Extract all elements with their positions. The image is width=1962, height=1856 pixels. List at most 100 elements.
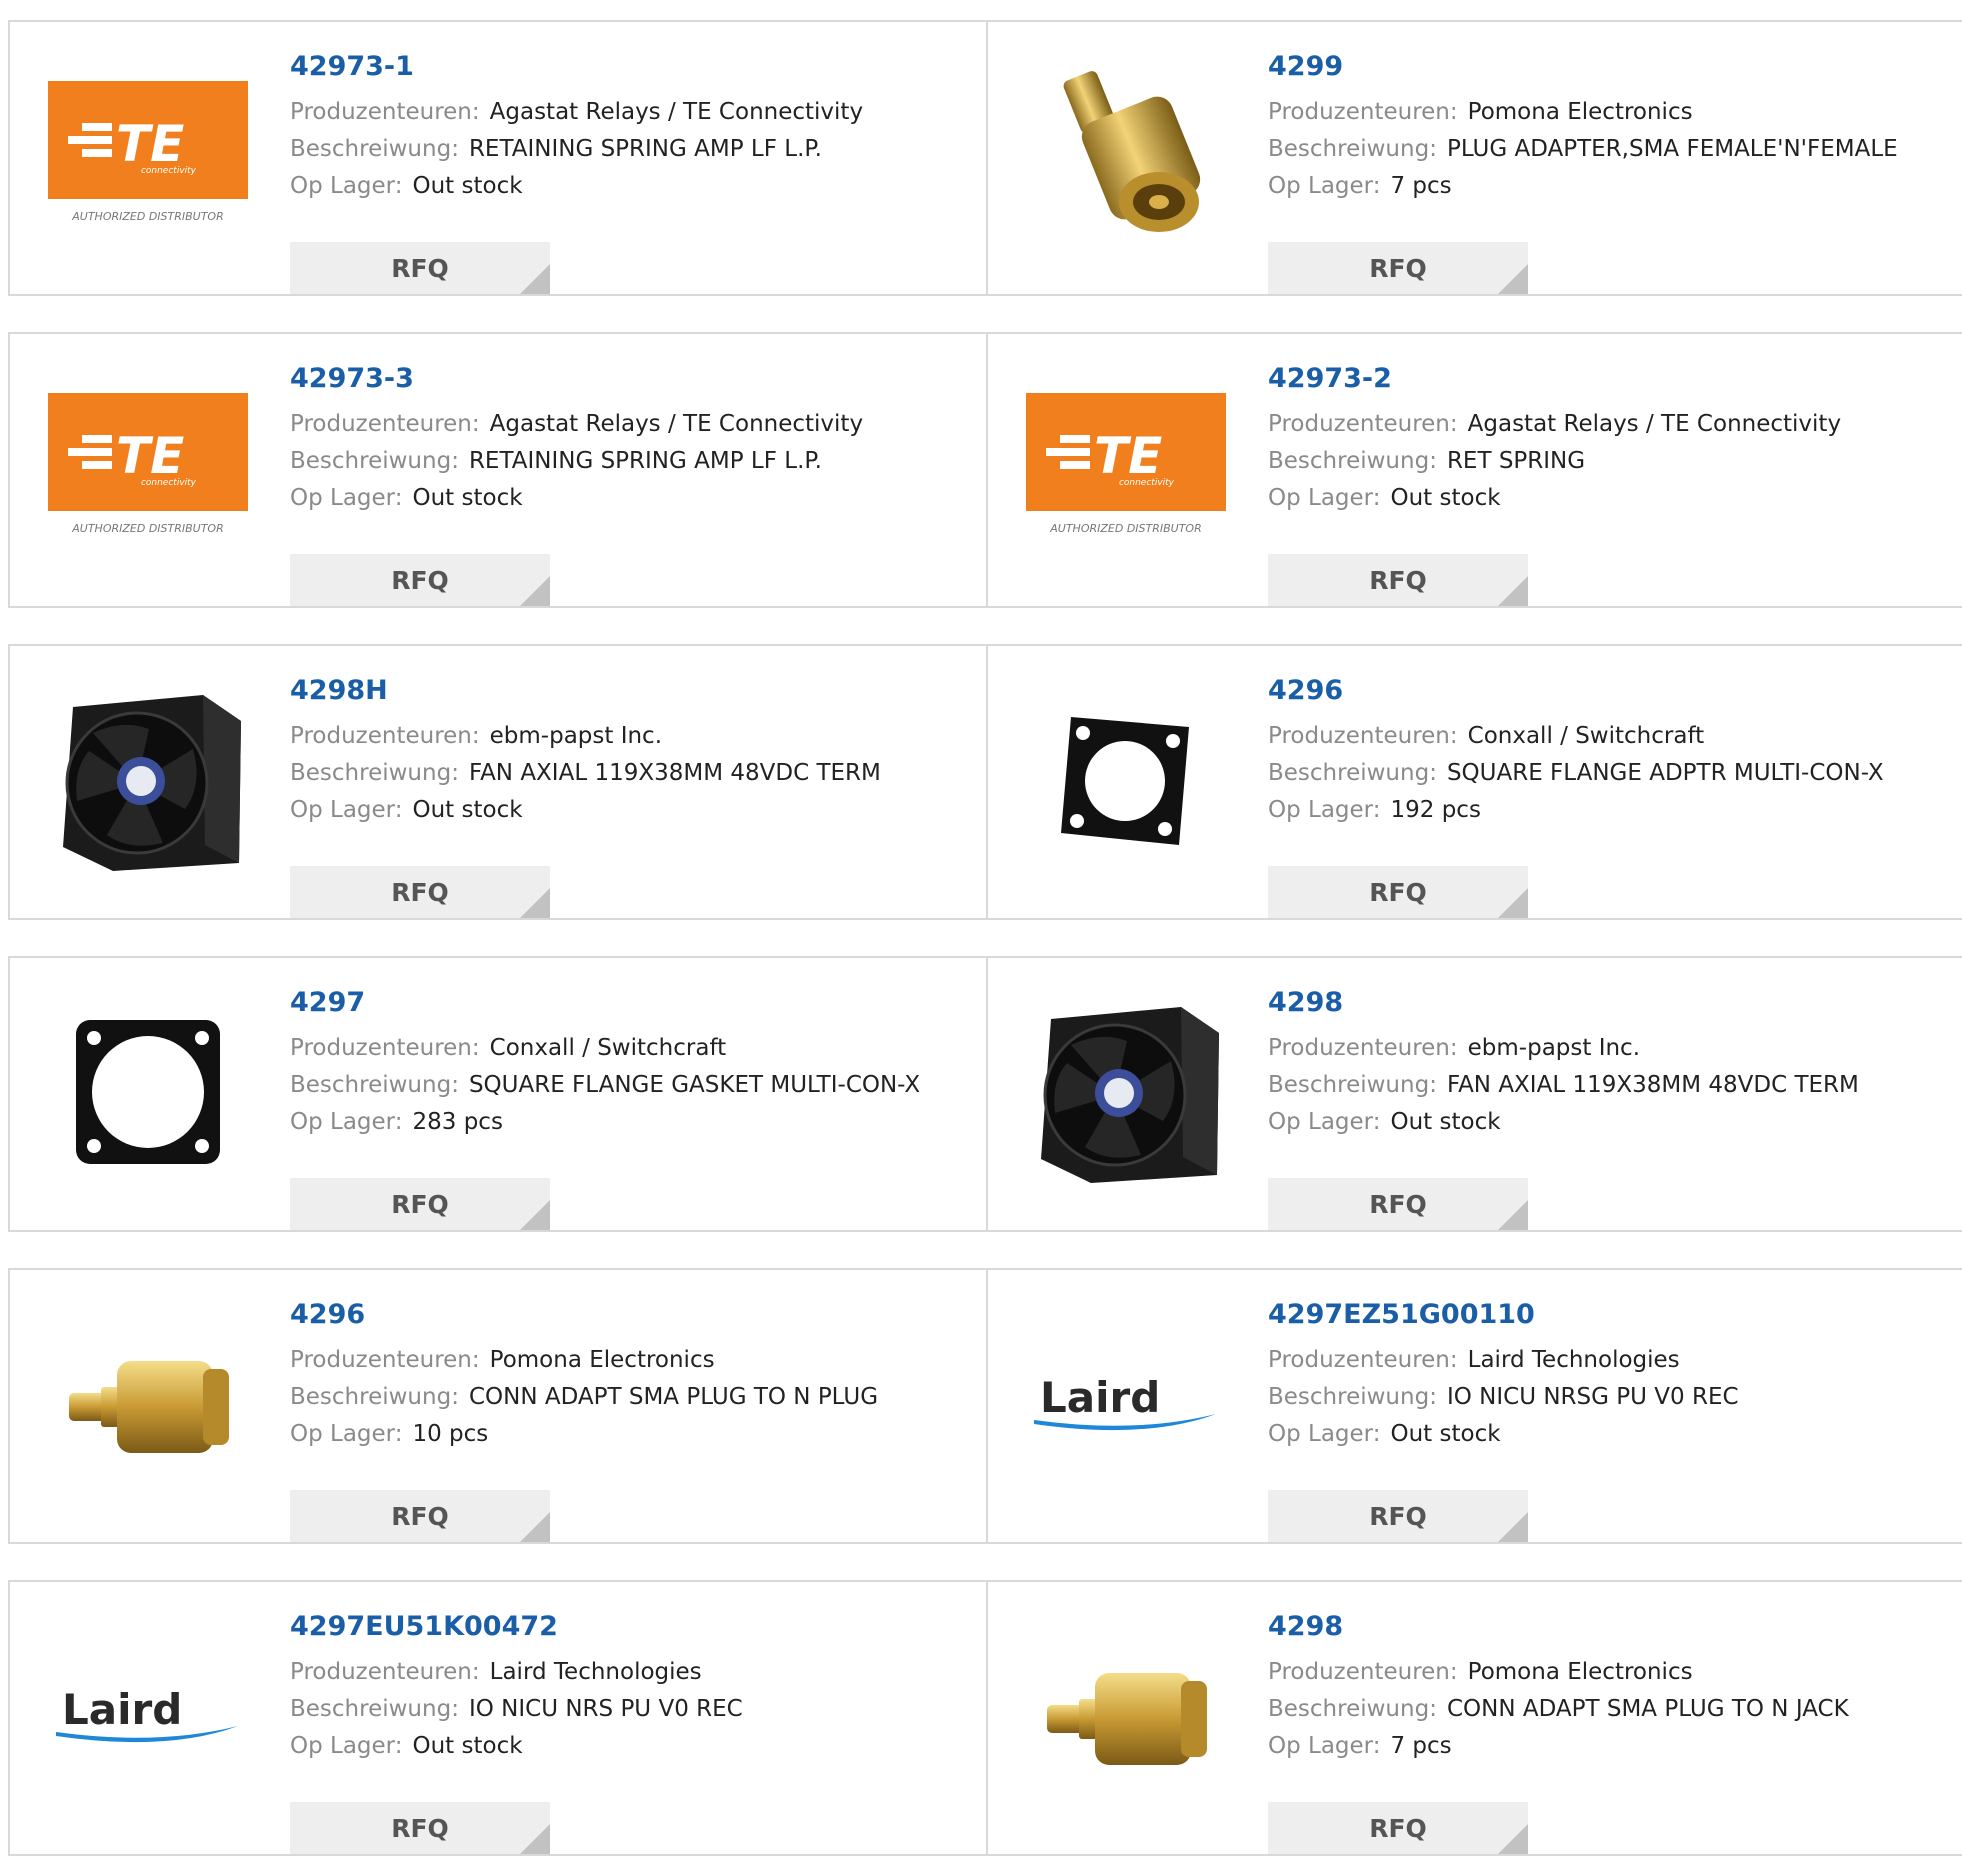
- description-label: Beschreiwung:: [290, 1072, 459, 1098]
- description-row: Beschreiwung: RETAINING SPRING AMP LF L.P…: [290, 131, 976, 168]
- rfq-button[interactable]: RFQ: [290, 866, 550, 918]
- product-image[interactable]: [48, 690, 248, 871]
- manufacturer-label: Produzenteuren:: [290, 411, 480, 437]
- rfq-button[interactable]: RFQ: [1268, 1178, 1528, 1230]
- product-info: 4299 Produzenteuren: Pomona Electronics B…: [1268, 50, 1954, 294]
- rfq-button[interactable]: RFQ: [290, 1490, 550, 1542]
- rfq-button-label: RFQ: [391, 877, 449, 907]
- part-number-link[interactable]: 4297EU51K00472: [290, 1610, 976, 1644]
- stock-value: Out stock: [412, 485, 523, 511]
- product-image[interactable]: [1026, 690, 1226, 870]
- te-connectivity-logo-icon: TE connectivity AUTHORIZED DISTRIBUTOR: [1026, 393, 1226, 535]
- description-label: Beschreiwung:: [290, 136, 459, 162]
- svg-text:Laird: Laird: [1040, 1373, 1160, 1422]
- stock-value: Out stock: [1390, 1421, 1501, 1447]
- product-card: Laird 4297EZ51G00110 Produzenteuren: Lair…: [986, 1268, 1962, 1544]
- corner-triangle-icon: [1498, 264, 1528, 294]
- flange-gasket-icon: [76, 1020, 220, 1164]
- manufacturer-label: Produzenteuren:: [1268, 1659, 1458, 1685]
- stock-row: Op Lager: Out stock: [1268, 480, 1954, 517]
- rfq-button[interactable]: RFQ: [1268, 242, 1528, 294]
- corner-triangle-icon: [1498, 1512, 1528, 1542]
- corner-triangle-icon: [1498, 576, 1528, 606]
- description-row: Beschreiwung: SQUARE FLANGE ADPTR MULTI-C…: [1268, 755, 1954, 792]
- product-image[interactable]: Laird: [48, 1626, 248, 1806]
- product-image[interactable]: Laird: [1026, 1314, 1226, 1494]
- corner-triangle-icon: [1498, 1824, 1528, 1854]
- stock-row: Op Lager: 7 pcs: [1268, 168, 1954, 205]
- description-row: Beschreiwung: FAN AXIAL 119X38MM 48VDC TE…: [290, 755, 976, 792]
- stock-label: Op Lager:: [290, 797, 403, 823]
- rfq-button[interactable]: RFQ: [290, 554, 550, 606]
- description-value: FAN AXIAL 119X38MM 48VDC TERM: [468, 760, 881, 786]
- rfq-button-label: RFQ: [391, 565, 449, 595]
- manufacturer-row: Produzenteuren: Pomona Electronics: [1268, 94, 1954, 131]
- axial-fan-icon: [63, 695, 241, 871]
- rfq-button[interactable]: RFQ: [290, 1178, 550, 1230]
- rfq-button[interactable]: RFQ: [1268, 866, 1528, 918]
- manufacturer-row: Produzenteuren: Laird Technologies: [290, 1654, 976, 1691]
- rfq-button-label: RFQ: [391, 1813, 449, 1843]
- stock-row: Op Lager: 283 pcs: [290, 1104, 976, 1141]
- manufacturer-label: Produzenteuren:: [1268, 1347, 1458, 1373]
- part-number-link[interactable]: 4298: [1268, 986, 1954, 1020]
- description-label: Beschreiwung:: [1268, 1696, 1437, 1722]
- product-info: 4297 Produzenteuren: Conxall / Switchcraf…: [290, 986, 976, 1230]
- description-value: CONN ADAPT SMA PLUG TO N JACK: [1446, 1696, 1849, 1722]
- manufacturer-value: Agastat Relays / TE Connectivity: [489, 99, 864, 125]
- manufacturer-value: Pomona Electronics: [1467, 1659, 1693, 1685]
- description-row: Beschreiwung: PLUG ADAPTER,SMA FEMALE'N'F…: [1268, 131, 1954, 168]
- part-number-link[interactable]: 4296: [290, 1298, 976, 1332]
- rfq-button-label: RFQ: [1369, 877, 1427, 907]
- product-image[interactable]: [48, 1002, 248, 1182]
- rfq-button[interactable]: RFQ: [1268, 1802, 1528, 1854]
- product-info: 4298 Produzenteuren: ebm-papst Inc. Besch…: [1268, 986, 1954, 1230]
- part-number-link[interactable]: 4298H: [290, 674, 976, 708]
- stock-row: Op Lager: Out stock: [290, 1728, 976, 1765]
- product-card: 4298 Produzenteuren: Pomona Electronics B…: [986, 1580, 1962, 1856]
- stock-label: Op Lager:: [1268, 173, 1381, 199]
- laird-logo-icon: Laird: [56, 1685, 238, 1743]
- sma-n-adapter-side-icon: [69, 1361, 229, 1453]
- rfq-button[interactable]: RFQ: [290, 242, 550, 294]
- product-image[interactable]: TE connectivity AUTHORIZED DISTRIBUTOR: [48, 66, 248, 246]
- description-label: Beschreiwung:: [290, 1384, 459, 1410]
- rfq-button[interactable]: RFQ: [1268, 1490, 1528, 1542]
- manufacturer-row: Produzenteuren: ebm-papst Inc.: [290, 718, 976, 755]
- rfq-button[interactable]: RFQ: [1268, 554, 1528, 606]
- part-number-link[interactable]: 4297EZ51G00110: [1268, 1298, 1954, 1332]
- part-number-link[interactable]: 4298: [1268, 1610, 1954, 1644]
- stock-row: Op Lager: Out stock: [1268, 1416, 1954, 1453]
- part-number-link[interactable]: 42973-1: [290, 50, 976, 84]
- part-number-link[interactable]: 42973-3: [290, 362, 976, 396]
- svg-text:TE: TE: [116, 115, 184, 173]
- description-row: Beschreiwung: RETAINING SPRING AMP LF L.P…: [290, 443, 976, 480]
- svg-text:connectivity: connectivity: [1119, 478, 1175, 488]
- product-image[interactable]: TE connectivity AUTHORIZED DISTRIBUTOR: [1026, 378, 1226, 558]
- stock-label: Op Lager:: [290, 485, 403, 511]
- description-value: CONN ADAPT SMA PLUG TO N PLUG: [468, 1384, 879, 1410]
- manufacturer-label: Produzenteuren:: [290, 1035, 480, 1061]
- rfq-button[interactable]: RFQ: [290, 1802, 550, 1854]
- part-number-link[interactable]: 4299: [1268, 50, 1954, 84]
- stock-value: 283 pcs: [412, 1109, 503, 1135]
- part-number-link[interactable]: 42973-2: [1268, 362, 1954, 396]
- product-image[interactable]: [1026, 1626, 1226, 1806]
- axial-fan-icon: [1041, 1007, 1219, 1183]
- product-image[interactable]: [48, 1314, 248, 1494]
- manufacturer-value: Laird Technologies: [489, 1659, 702, 1685]
- manufacturer-value: Agastat Relays / TE Connectivity: [489, 411, 864, 437]
- part-number-link[interactable]: 4296: [1268, 674, 1954, 708]
- manufacturer-row: Produzenteuren: Laird Technologies: [1268, 1342, 1954, 1379]
- stock-label: Op Lager:: [1268, 1109, 1381, 1135]
- manufacturer-label: Produzenteuren:: [290, 99, 480, 125]
- product-image[interactable]: TE connectivity AUTHORIZED DISTRIBUTOR: [48, 378, 248, 558]
- description-row: Beschreiwung: FAN AXIAL 119X38MM 48VDC TE…: [1268, 1067, 1954, 1104]
- part-number-link[interactable]: 4297: [290, 986, 976, 1020]
- product-image[interactable]: [1026, 66, 1226, 246]
- rfq-button-label: RFQ: [1369, 1501, 1427, 1531]
- description-value: RET SPRING: [1446, 448, 1586, 474]
- manufacturer-value: Conxall / Switchcraft: [489, 1035, 727, 1061]
- product-info: 4298 Produzenteuren: Pomona Electronics B…: [1268, 1610, 1954, 1854]
- product-image[interactable]: [1026, 1002, 1226, 1183]
